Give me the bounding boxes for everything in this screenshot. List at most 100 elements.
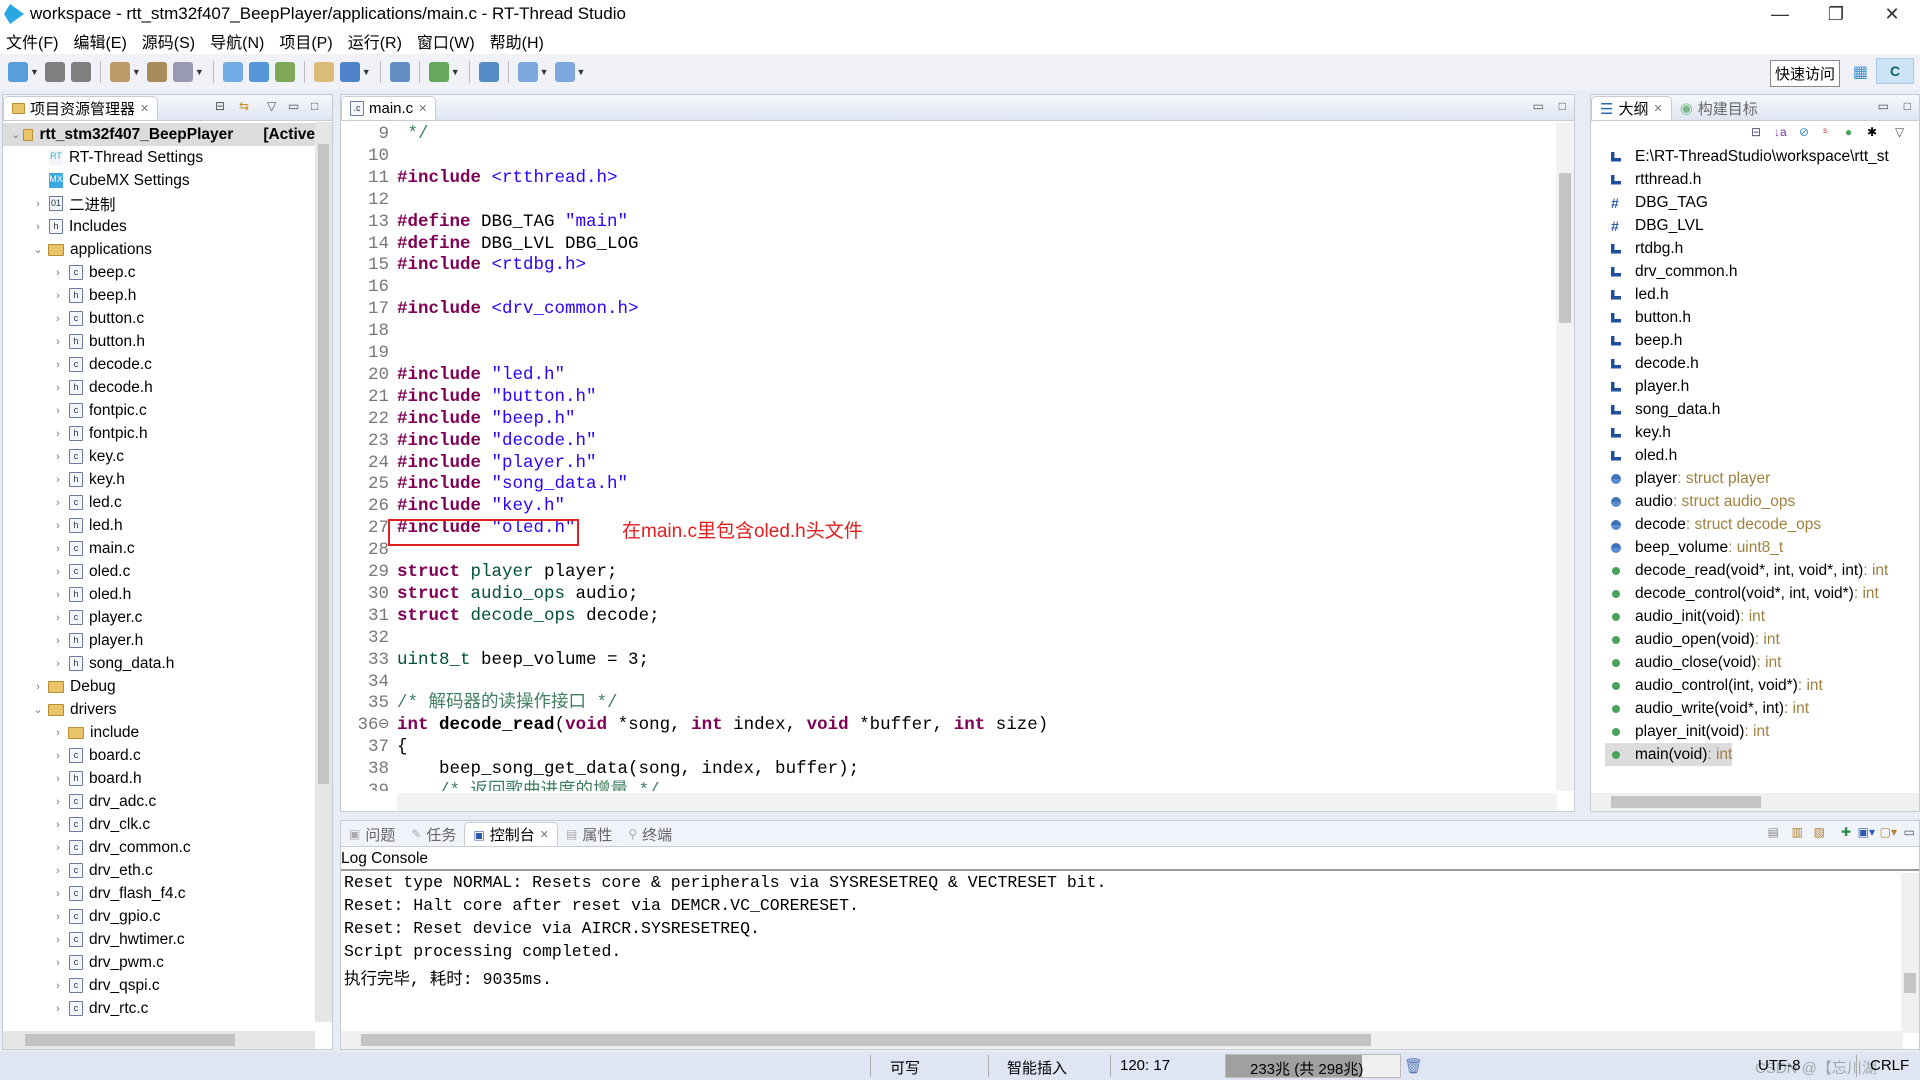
tab-tasks[interactable]: ✎ 任务 xyxy=(403,822,464,846)
outline-item[interactable]: decode : struct decode_ops xyxy=(1611,513,1821,536)
restore-button[interactable]: ❐ xyxy=(1808,0,1864,28)
code-line[interactable]: 13 #define DBG_TAG "main" xyxy=(341,211,1551,233)
menu-item[interactable]: 帮助(H) xyxy=(490,29,544,53)
code-area[interactable]: 9 */10 11 #include <rtthread.h> 12 13 #define… xyxy=(341,123,1574,791)
chevron-right-icon[interactable]: › xyxy=(51,566,65,578)
chevron-right-icon[interactable]: › xyxy=(51,727,65,739)
code-line[interactable]: 25 #include "song_data.h" xyxy=(341,473,1551,495)
tree-folder[interactable]: › include xyxy=(3,721,139,744)
tree-item[interactable]: MX CubeMX Settings xyxy=(3,169,190,192)
maximize-view-icon[interactable]: □ xyxy=(311,99,318,113)
minimize-view-icon[interactable]: ▭ xyxy=(1878,99,1889,113)
menu-item[interactable]: 导航(N) xyxy=(210,29,264,53)
hide-fields-icon[interactable]: ⊘ xyxy=(1799,125,1809,139)
dropdown-arrow-icon[interactable]: ▼ xyxy=(577,67,586,77)
outline-item[interactable]: E:\RT-ThreadStudio\workspace\rtt_st xyxy=(1611,145,1889,168)
code-line[interactable]: 9 */ xyxy=(341,123,1551,145)
chevron-right-icon[interactable]: › xyxy=(51,290,65,302)
chevron-right-icon[interactable]: › xyxy=(51,1003,65,1015)
code-line[interactable]: 35 /* 解码器的读操作接口 */ xyxy=(341,692,1551,714)
chevron-right-icon[interactable]: › xyxy=(51,865,65,877)
view-menu-icon[interactable]: ▽ xyxy=(1895,125,1904,139)
minimize-button[interactable]: — xyxy=(1752,0,1808,28)
tree-item[interactable]: › c fontpic.c xyxy=(3,399,147,422)
outline-item[interactable]: audio_init(void) : int xyxy=(1611,605,1765,628)
chevron-right-icon[interactable]: › xyxy=(51,635,65,647)
close-tab-icon[interactable]: ✕ xyxy=(418,102,427,115)
new-console-icon[interactable]: ▢▾ xyxy=(1880,825,1897,839)
layers-icon[interactable] xyxy=(478,62,499,82)
outline-item[interactable]: player.h xyxy=(1611,375,1689,398)
chevron-right-icon[interactable]: › xyxy=(51,359,65,371)
tab-properties[interactable]: ▤ 属性 xyxy=(558,822,620,846)
build-hammer-icon[interactable] xyxy=(109,62,130,82)
menu-item[interactable]: 运行(R) xyxy=(348,29,402,53)
code-line[interactable]: 29 struct player player; xyxy=(341,561,1551,583)
tree-item[interactable]: › 01 二进制 xyxy=(3,192,116,215)
chevron-right-icon[interactable]: › xyxy=(31,681,45,693)
chevron-right-icon[interactable]: › xyxy=(51,911,65,923)
code-line[interactable]: 23 #include "decode.h" xyxy=(341,430,1551,452)
chevron-right-icon[interactable]: › xyxy=(31,198,45,210)
outline-item[interactable]: decode_read(void*, int, void*, int) : in… xyxy=(1611,559,1888,582)
terminal-monitor-icon[interactable] xyxy=(222,62,243,82)
tab-terminal[interactable]: ⚲ 终端 xyxy=(620,822,680,846)
console-vertical-scrollbar[interactable] xyxy=(1901,873,1919,1033)
tree-item[interactable]: › h oled.h xyxy=(3,583,131,606)
tree-item[interactable]: › c beep.c xyxy=(3,261,135,284)
chevron-right-icon[interactable]: › xyxy=(51,428,65,440)
chevron-right-icon[interactable]: › xyxy=(51,382,65,394)
chevron-right-icon[interactable]: › xyxy=(51,520,65,532)
save-icon[interactable] xyxy=(44,62,65,82)
editor-vertical-scrollbar[interactable] xyxy=(1556,123,1574,791)
settings-gear-icon[interactable] xyxy=(248,62,269,82)
chevron-right-icon[interactable]: › xyxy=(51,336,65,348)
maximize-view-icon[interactable]: □ xyxy=(1559,99,1566,113)
collapse-all-icon[interactable]: ⊟ xyxy=(1751,125,1761,139)
code-line[interactable]: 16 xyxy=(341,276,1551,298)
code-line[interactable]: 37 { xyxy=(341,736,1551,758)
outline-item[interactable]: drv_common.h xyxy=(1611,260,1738,283)
menu-item[interactable]: 窗口(W) xyxy=(417,29,475,53)
code-line[interactable]: 31 struct decode_ops decode; xyxy=(341,605,1551,627)
console-horizontal-scrollbar[interactable] xyxy=(341,1031,1903,1049)
outline-item[interactable]: oled.h xyxy=(1611,444,1677,467)
scrollbar-thumb[interactable] xyxy=(361,1034,1371,1046)
chevron-down-icon[interactable]: ⌄ xyxy=(31,243,45,256)
pin-console-icon[interactable]: ✚ xyxy=(1841,825,1851,839)
code-line[interactable]: 26 #include "key.h" xyxy=(341,495,1551,517)
close-button[interactable]: ✕ xyxy=(1864,0,1920,28)
scrollbar-thumb[interactable] xyxy=(1611,796,1761,808)
tab-outline[interactable]: ☰ 大纲 ✕ xyxy=(1591,96,1672,120)
tree-item[interactable]: › h key.h xyxy=(3,468,125,491)
tab-build-targets[interactable]: ◉ 构建目标 xyxy=(1672,96,1766,120)
tree-item[interactable]: › c drv_eth.c xyxy=(3,859,153,882)
outline-item[interactable]: button.h xyxy=(1611,306,1691,329)
outline-item[interactable]: decode_control(void*, int, void*) : int xyxy=(1611,582,1879,605)
outline-horizontal-scrollbar[interactable] xyxy=(1591,793,1919,811)
collapse-all-icon[interactable]: ⊟ xyxy=(215,99,225,113)
rebuild-icon[interactable] xyxy=(146,62,167,82)
chevron-right-icon[interactable]: › xyxy=(51,888,65,900)
tree-item[interactable]: › c drv_flash_f4.c xyxy=(3,882,185,905)
save-all-icon[interactable] xyxy=(70,62,91,82)
code-line[interactable]: 19 xyxy=(341,342,1551,364)
tree-item[interactable]: › c decode.c xyxy=(3,353,152,376)
tab-project-explorer[interactable]: 项目资源管理器 ✕ xyxy=(3,96,159,120)
code-line[interactable]: 36⊖ int decode_read(void *song, int index… xyxy=(341,714,1551,736)
close-tab-icon[interactable]: ✕ xyxy=(1653,102,1662,115)
outline-item[interactable]: main(void) : int xyxy=(1605,743,1733,766)
chevron-right-icon[interactable]: › xyxy=(51,612,65,624)
chevron-right-icon[interactable]: › xyxy=(51,474,65,486)
tree-item[interactable]: › h song_data.h xyxy=(3,652,174,675)
dropdown-arrow-icon[interactable]: ▼ xyxy=(540,67,549,77)
chevron-down-icon[interactable]: ⌄ xyxy=(31,703,45,716)
sort-icon[interactable]: ↓a xyxy=(1774,125,1787,139)
chevron-right-icon[interactable]: › xyxy=(51,405,65,417)
tree-item[interactable]: › c key.c xyxy=(3,445,124,468)
hide-static-icon[interactable]: ˢ xyxy=(1823,125,1827,139)
chevron-down-icon[interactable]: ⌄ xyxy=(11,128,20,141)
view-menu-icon[interactable]: ▽ xyxy=(267,99,276,113)
tab-problems[interactable]: ▣ 问题 xyxy=(341,822,403,846)
c-perspective-button[interactable]: C xyxy=(1876,58,1914,84)
